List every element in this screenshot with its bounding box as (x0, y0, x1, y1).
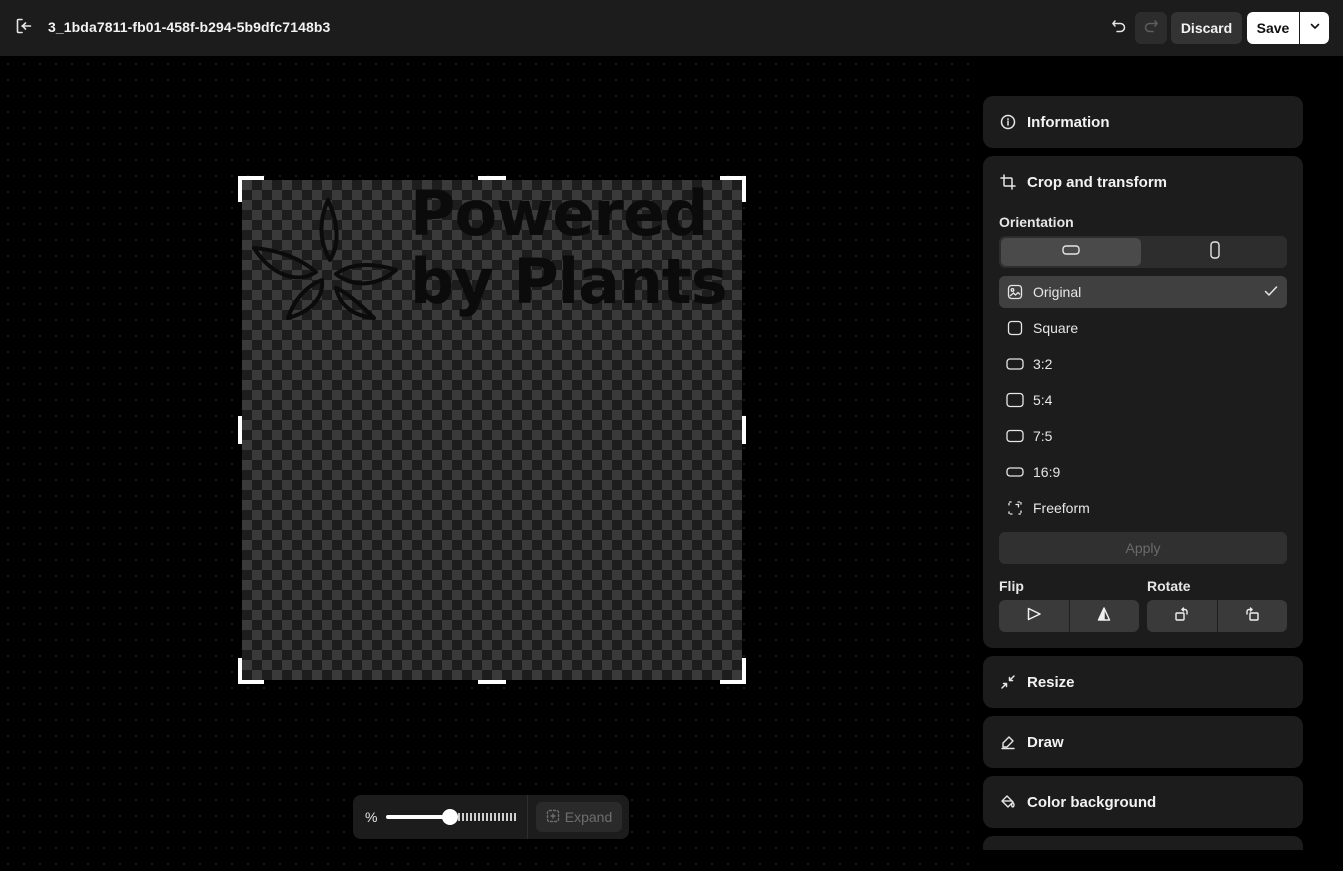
crop-corner-top-right[interactable] (720, 176, 746, 202)
ratio-rect-icon (1006, 392, 1024, 408)
color-background-panel[interactable]: Color background (983, 776, 1303, 828)
next-tool-panel[interactable] (983, 836, 1303, 850)
redo-button[interactable] (1135, 12, 1167, 44)
rotate-label: Rotate (1147, 578, 1191, 594)
check-icon (1263, 283, 1279, 304)
zoom-slider-thumb[interactable] (442, 809, 458, 825)
rotate-left-button[interactable] (1147, 600, 1217, 632)
logo-text-line-2: by Plants (410, 245, 728, 318)
resize-panel[interactable]: Resize (983, 656, 1303, 708)
color-background-header[interactable]: Color background (999, 776, 1156, 828)
orientation-portrait-button[interactable] (1145, 238, 1285, 266)
exit-button[interactable] (14, 18, 34, 38)
crop-handle-bottom[interactable] (478, 680, 506, 684)
ratio-label: Freeform (1033, 500, 1090, 516)
expand-icon (546, 809, 560, 826)
file-name: 3_1bda7811-fb01-458f-b294-5b9dfc7148b3 (48, 19, 331, 35)
crop-icon (999, 173, 1017, 191)
info-icon (999, 113, 1017, 131)
ratio-option-3-2[interactable]: 3:2 (999, 348, 1287, 380)
landscape-icon (1061, 243, 1081, 262)
ratio-label: Original (1033, 284, 1082, 300)
flip-button-group (999, 600, 1139, 632)
zoom-toolbar: % Expand (353, 795, 629, 839)
image-preview[interactable]: Powered by Plants (242, 180, 742, 680)
ratio-label: 7:5 (1033, 428, 1053, 444)
orientation-toggle (999, 236, 1287, 268)
flip-horizontal-icon (1026, 606, 1042, 627)
draw-header[interactable]: Draw (999, 716, 1064, 768)
expand-button[interactable]: Expand (536, 802, 622, 832)
resize-title: Resize (1027, 673, 1075, 691)
ratio-option-square[interactable]: Square (999, 312, 1287, 344)
ratio-rect-icon (1006, 356, 1024, 372)
chevron-down-icon (1309, 19, 1321, 37)
expand-label: Expand (564, 809, 613, 825)
resize-icon (999, 673, 1017, 691)
zoom-slider-fill (386, 815, 450, 819)
information-title: Information (1027, 113, 1110, 131)
rotate-right-button[interactable] (1218, 600, 1288, 632)
crop-handle-top[interactable] (478, 176, 506, 180)
paint-bucket-icon (999, 793, 1017, 811)
crop-handle-right[interactable] (742, 416, 746, 444)
discard-button[interactable]: Discard (1171, 12, 1242, 44)
ratio-option-7-5[interactable]: 7:5 (999, 420, 1287, 452)
orientation-landscape-button[interactable] (1001, 238, 1141, 266)
zoom-unit-label: % (365, 809, 378, 825)
save-options-button[interactable] (1300, 12, 1329, 44)
freeform-icon (1006, 500, 1024, 516)
ratio-option-original[interactable]: Original (999, 276, 1287, 308)
apply-button[interactable]: Apply (999, 532, 1287, 564)
portrait-icon (1208, 240, 1222, 265)
flip-horizontal-button[interactable] (999, 600, 1069, 632)
pen-icon (999, 733, 1017, 751)
ratio-option-5-4[interactable]: 5:4 (999, 384, 1287, 416)
ratio-label: 16:9 (1033, 464, 1061, 480)
zoom-slider[interactable] (386, 809, 516, 825)
flip-vertical-button[interactable] (1070, 600, 1140, 632)
crop-transform-panel: Crop and transform Orientation Original … (983, 156, 1303, 648)
image-icon (1006, 284, 1024, 300)
rotate-left-icon (1174, 606, 1190, 627)
flip-label: Flip (999, 578, 1024, 594)
top-bar: 3_1bda7811-fb01-458f-b294-5b9dfc7148b3 D… (0, 0, 1343, 56)
undo-button[interactable] (1107, 16, 1131, 40)
ratio-label: 5:4 (1033, 392, 1053, 408)
plant-logo (252, 198, 398, 320)
crop-transform-header[interactable]: Crop and transform (999, 156, 1167, 208)
ratio-option-freeform[interactable]: Freeform (999, 492, 1287, 524)
rotate-right-icon (1244, 606, 1260, 627)
ratio-rect-icon (1006, 464, 1024, 480)
undo-icon (1111, 18, 1127, 39)
crop-transform-title: Crop and transform (1027, 173, 1168, 191)
ratio-option-16-9[interactable]: 16:9 (999, 456, 1287, 488)
orientation-label: Orientation (999, 214, 1074, 230)
crop-corner-top-left[interactable] (238, 176, 264, 202)
information-panel[interactable]: Information (983, 96, 1303, 148)
information-header[interactable]: Information (999, 96, 1110, 148)
flip-vertical-icon (1096, 606, 1112, 627)
color-background-title: Color background (1027, 793, 1157, 811)
logo-text-line-1: Powered (410, 180, 708, 250)
zoom-divider (527, 795, 528, 839)
ratio-label: 3:2 (1033, 356, 1053, 372)
draw-panel[interactable]: Draw (983, 716, 1303, 768)
save-button[interactable]: Save (1247, 12, 1299, 44)
square-icon (1006, 320, 1024, 336)
resize-header[interactable]: Resize (999, 656, 1075, 708)
ratio-label: Square (1033, 320, 1079, 336)
draw-title: Draw (1027, 733, 1064, 751)
redo-icon (1143, 18, 1159, 39)
crop-handle-left[interactable] (238, 416, 242, 444)
exit-icon (15, 17, 33, 40)
zoom-slider-ticks (458, 813, 516, 821)
rotate-button-group (1147, 600, 1287, 632)
ratio-rect-icon (1006, 428, 1024, 444)
crop-corner-bottom-right[interactable] (720, 658, 746, 684)
crop-corner-bottom-left[interactable] (238, 658, 264, 684)
logo-wordmark: Powered by Plants (410, 180, 740, 316)
